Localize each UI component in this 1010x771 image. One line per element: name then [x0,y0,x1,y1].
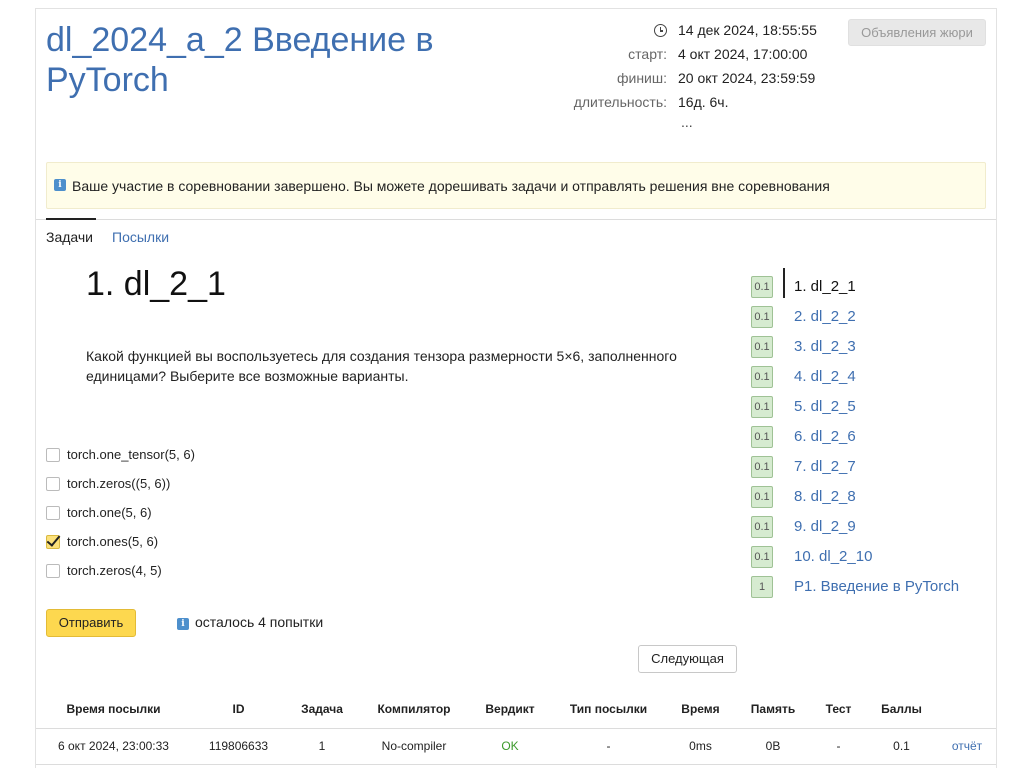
problem-title: 1. dl_2_1 [86,265,226,303]
option-checkbox[interactable] [46,477,60,491]
score-badge: 0.1 [751,546,773,568]
duration-label: длительность: [573,94,667,110]
score-badge: 0.1 [751,306,773,328]
problem-statement: Какой функцией вы воспользуетесь для соз… [86,348,677,384]
score-badge: 0.1 [751,276,773,298]
column-header[interactable]: Время [667,690,734,729]
column-header[interactable]: ID [191,690,286,729]
start-value: 4 окт 2024, 17:00:00 [678,46,808,62]
cell-problem: 1 [286,728,358,765]
cell-compiler: No-compiler [358,728,470,765]
option-label: torch.zeros(4, 5) [67,563,162,578]
option-checkbox-checked[interactable] [46,535,60,549]
jury-announcements-button[interactable]: Объявления жюри [848,19,986,46]
finish-value: 20 окт 2024, 23:59:59 [678,70,816,86]
problem-link[interactable]: P1. Введение в PyTorch [794,578,959,595]
submit-button[interactable]: Отправить [46,609,136,637]
finish-row: финиш: 20 окт 2024, 23:59:59 [560,70,840,90]
column-header[interactable]: Компилятор [358,690,470,729]
cell-score: 0.1 [865,728,938,765]
tab-problems[interactable]: Задачи [46,218,97,245]
column-header[interactable]: Баллы [865,690,938,729]
duration-row: длительность: 16д. 6ч. [560,94,840,114]
current-time: 14 дек 2024, 18:55:55 [678,22,817,38]
tab-submissions[interactable]: Посылки [112,229,169,245]
cell-time: 6 окт 2024, 23:00:33 [36,728,191,765]
problem-link[interactable]: 3. dl_2_3 [794,338,856,355]
finish-label: финиш: [616,70,667,86]
score-badge: 0.1 [751,516,773,538]
option-checkbox[interactable] [46,506,60,520]
column-header[interactable]: Тип посылки [550,690,667,729]
score-badge: 0.1 [751,336,773,358]
cell-memory: 0B [734,728,812,765]
score-badge: 0.1 [751,486,773,508]
info-icon: i [54,179,66,191]
notice-text: Ваше участие в соревновании завершено. В… [72,178,830,194]
cell-verdict: OK [470,728,550,765]
option-label: torch.one(5, 6) [67,505,152,520]
table-row: 6 окт 2024, 23:00:33 119806633 1 No-comp… [36,728,996,765]
cell-runtime: 0ms [667,728,734,765]
start-row: старт: 4 окт 2024, 17:00:00 [560,46,840,66]
cell-type: - [550,728,667,765]
option-checkbox[interactable] [46,564,60,578]
problem-link[interactable]: 2. dl_2_2 [794,308,856,325]
option-label: torch.one_tensor(5, 6) [67,447,195,462]
score-badge: 1 [751,576,773,598]
cell-id: 119806633 [191,728,286,765]
score-badge: 0.1 [751,456,773,478]
problem-link[interactable]: 6. dl_2_6 [794,428,856,445]
problem-link[interactable]: 7. dl_2_7 [794,458,856,475]
current-time-row: 14 дек 2024, 18:55:55 [560,22,840,42]
next-problem-button[interactable]: Следующая [638,645,737,673]
column-header[interactable]: Время посылки [36,690,191,729]
contest-title: dl_2024_a_2 Введение в PyTorch [46,21,434,99]
submissions-table: Время посылки ID Задача Компилятор Верди… [36,690,996,765]
column-header [938,690,996,729]
duration-value: 16д. 6ч. [678,94,729,110]
option-label: torch.ones(5, 6) [67,534,159,549]
page-frame [35,8,997,768]
participation-notice: i Ваше участие в соревновании завершено.… [46,162,986,209]
column-header[interactable]: Память [734,690,812,729]
problem-link[interactable]: 9. dl_2_9 [794,518,856,535]
score-badge: 0.1 [751,396,773,418]
problem-link[interactable]: 8. dl_2_8 [794,488,856,505]
more-dots[interactable]: ... [681,114,693,130]
attempts-text: осталось 4 попытки [195,614,324,630]
start-label: старт: [628,46,667,62]
column-header[interactable]: Задача [286,690,358,729]
column-header[interactable]: Тест [812,690,865,729]
option-checkbox[interactable] [46,448,60,462]
problem-link[interactable]: 1. dl_2_1 [794,278,856,295]
report-link[interactable]: отчёт [938,728,996,765]
option-label: torch.zeros((5, 6)) [67,476,171,491]
info-icon: i [177,618,189,630]
problem-link[interactable]: 4. dl_2_4 [794,368,856,385]
cell-test: - [812,728,865,765]
column-header[interactable]: Вердикт [470,690,550,729]
table-header-row: Время посылки ID Задача Компилятор Верди… [36,690,996,729]
score-badge: 0.1 [751,366,773,388]
tabs-divider [36,219,996,220]
attempts-remaining: i осталось 4 попытки [177,614,323,630]
clock-icon [654,24,667,37]
problem-link[interactable]: 10. dl_2_10 [794,548,872,565]
score-badge: 0.1 [751,426,773,448]
problem-link[interactable]: 5. dl_2_5 [794,398,856,415]
